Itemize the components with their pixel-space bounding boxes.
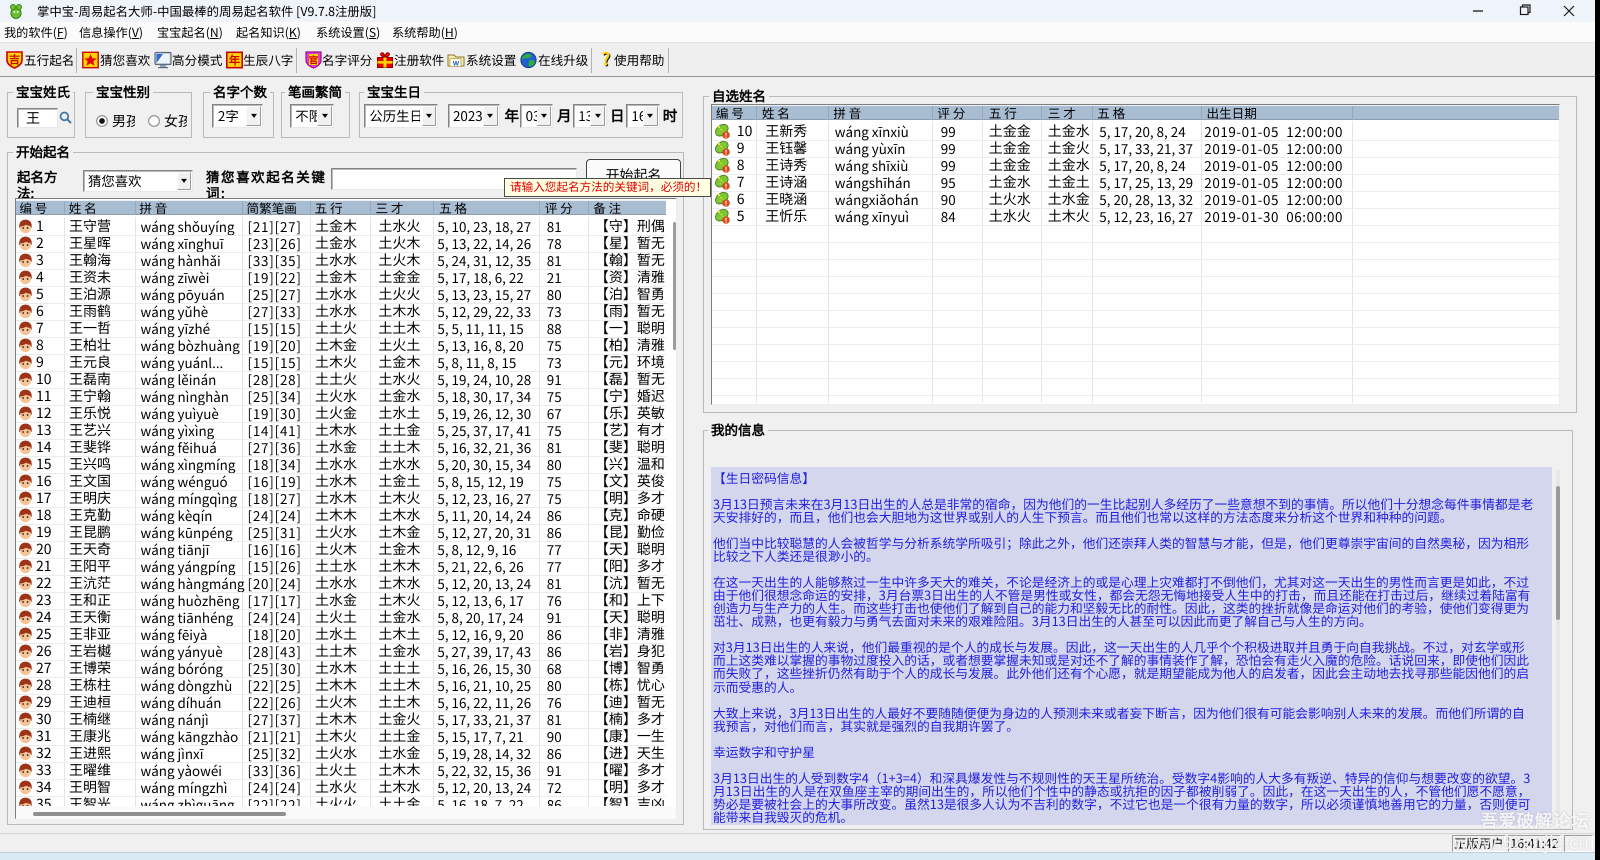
svg-text:吉: 吉 — [9, 51, 20, 67]
svg-text:官: 官 — [309, 52, 319, 66]
svg-text:年: 年 — [229, 52, 241, 68]
svg-text:w: w — [452, 57, 460, 68]
svg-text:?: ? — [602, 51, 610, 69]
